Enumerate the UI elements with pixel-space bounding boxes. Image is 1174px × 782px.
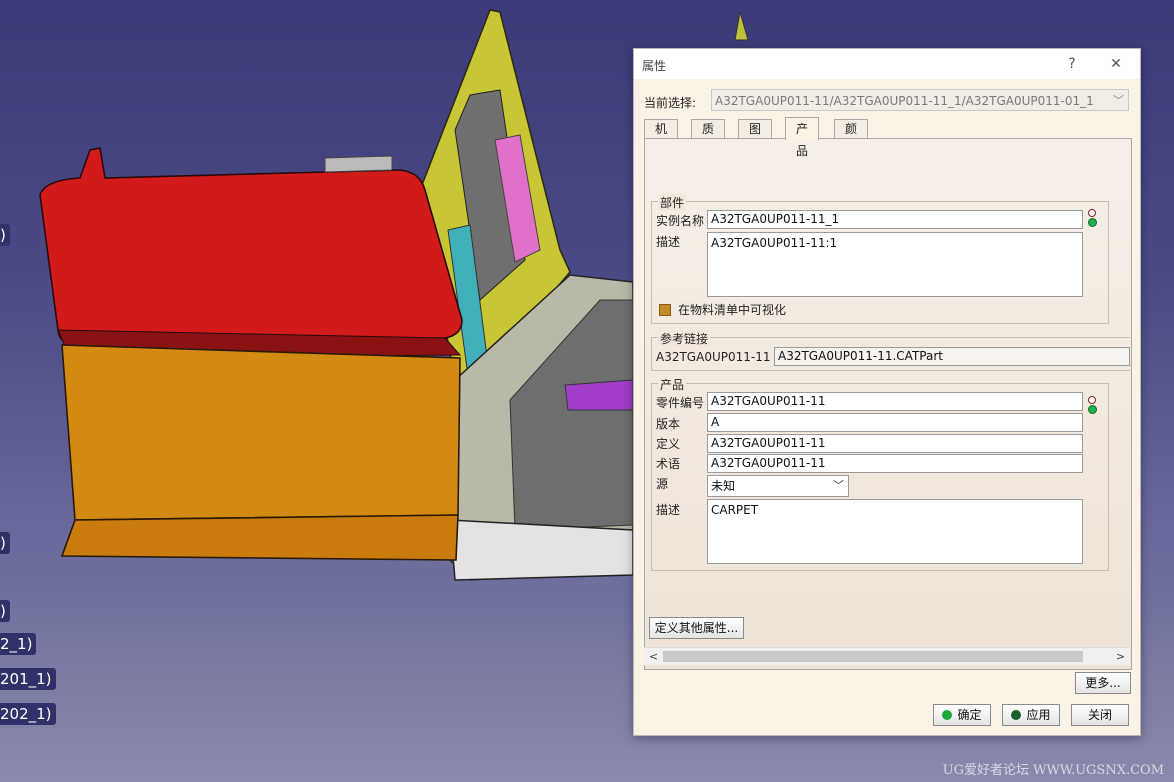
apply-button[interactable]: 应用 (1002, 704, 1060, 726)
tab-graphic[interactable]: 图形 (738, 119, 773, 155)
product-description-label: 描述 (656, 503, 681, 517)
product-group: 产品 零件编号 A32TGA0UP011-11 版本 A 定义 A32TGA0U… (651, 376, 1109, 571)
dialog-title: 属性 (642, 59, 667, 73)
tree-label[interactable]: 2_1) (0, 633, 37, 655)
source-label: 源 (656, 477, 669, 491)
component-description-field[interactable]: A32TGA0UP011-11:1 (707, 232, 1083, 297)
orange-box-bottom (60, 514, 459, 561)
reference-link-title: 参考链接 (658, 330, 711, 347)
tab-mass[interactable]: 质量 (691, 119, 726, 155)
part-number-field[interactable]: A32TGA0UP011-11 (707, 392, 1083, 411)
reference-link-group: 参考链接 A32TGA0UP011-11 A32TGA0UP011-11.CAT… (651, 330, 1130, 371)
product-group-title: 产品 (658, 376, 687, 393)
tab-mechanical[interactable]: 机械 (644, 119, 679, 155)
scroll-thumb[interactable] (663, 651, 1083, 662)
dialog-titlebar[interactable]: 属性 ? ✕ (634, 49, 1140, 79)
red-lid (39, 147, 463, 346)
horizontal-scrollbar[interactable]: < > (644, 647, 1130, 665)
grey-tray-front (449, 519, 634, 581)
revision-label: 版本 (656, 417, 681, 431)
source-value: 未知 (711, 479, 736, 493)
more-button[interactable]: 更多... (1075, 672, 1131, 694)
define-other-properties-button[interactable]: 定义其他属性... (649, 617, 744, 639)
definition-field[interactable]: A32TGA0UP011-11 (707, 434, 1083, 453)
ok-dot-icon (942, 710, 953, 720)
small-spike (734, 11, 749, 41)
current-selection-dropdown[interactable]: A32TGA0UP011-11/A32TGA0UP011-11_1/A32TGA… (711, 89, 1129, 111)
component-group: 部件 实例名称 A32TGA0UP011-11_1 描述 A32TGA0UP01… (651, 194, 1109, 324)
tree-label[interactable]: 201_1) (0, 668, 56, 690)
scroll-right-icon[interactable]: > (1112, 648, 1129, 665)
purple-piece (564, 379, 634, 411)
product-tab-panel: 部件 实例名称 A32TGA0UP011-11_1 描述 A32TGA0UP01… (644, 138, 1132, 670)
close-icon[interactable]: ✕ (1104, 54, 1128, 74)
bom-visible-label: 在物料清单中可视化 (678, 303, 787, 317)
orange-box (61, 344, 461, 521)
tab-product[interactable]: 产品 (785, 117, 820, 158)
tree-label[interactable]: ) (0, 532, 10, 554)
chevron-down-icon: ﹀ (833, 479, 844, 492)
status-light-icon (1087, 396, 1097, 414)
source-dropdown[interactable]: 未知 ﹀ (707, 475, 849, 497)
ok-button[interactable]: 确定 (933, 704, 991, 726)
bom-visible-checkbox[interactable] (659, 304, 671, 316)
current-selection-value: A32TGA0UP011-11/A32TGA0UP011-11_1/A32TGA… (715, 94, 1094, 108)
nomenclature-label: 术语 (656, 457, 681, 471)
apply-dot-icon (1011, 710, 1022, 720)
instance-name-field[interactable]: A32TGA0UP011-11_1 (707, 210, 1083, 229)
nomenclature-field[interactable]: A32TGA0UP011-11 (707, 454, 1083, 473)
reference-link-file-field[interactable]: A32TGA0UP011-11.CATPart (774, 347, 1130, 366)
reference-link-name: A32TGA0UP011-11 (656, 350, 771, 364)
ok-button-label: 确定 (957, 708, 982, 722)
chevron-down-icon: ﹀ (1113, 94, 1124, 107)
close-button[interactable]: 关闭 (1071, 704, 1129, 726)
lid-label (324, 155, 393, 173)
instance-name-label: 实例名称 (656, 214, 705, 228)
tree-label[interactable]: 202_1) (0, 703, 56, 725)
apply-button-label: 应用 (1026, 708, 1051, 722)
component-group-title: 部件 (658, 194, 687, 211)
tab-color[interactable]: 颜色 (834, 119, 869, 155)
tree-label[interactable]: ) (0, 224, 10, 246)
status-light-icon (1087, 209, 1097, 227)
current-selection-label: 当前选择: (644, 96, 697, 110)
properties-dialog: 属性 ? ✕ 当前选择: A32TGA0UP011-11/A32TGA0UP01… (633, 48, 1141, 736)
product-description-field[interactable]: CARPET (707, 499, 1083, 564)
watermark: UG爱好者论坛 WWW.UGSNX.COM (942, 763, 1164, 778)
tree-label[interactable]: ) (0, 600, 10, 622)
definition-label: 定义 (656, 437, 681, 451)
part-number-label: 零件编号 (656, 396, 705, 410)
scroll-left-icon[interactable]: < (645, 648, 662, 665)
component-description-label: 描述 (656, 235, 681, 249)
help-icon[interactable]: ? (1060, 54, 1084, 74)
revision-field[interactable]: A (707, 413, 1083, 432)
